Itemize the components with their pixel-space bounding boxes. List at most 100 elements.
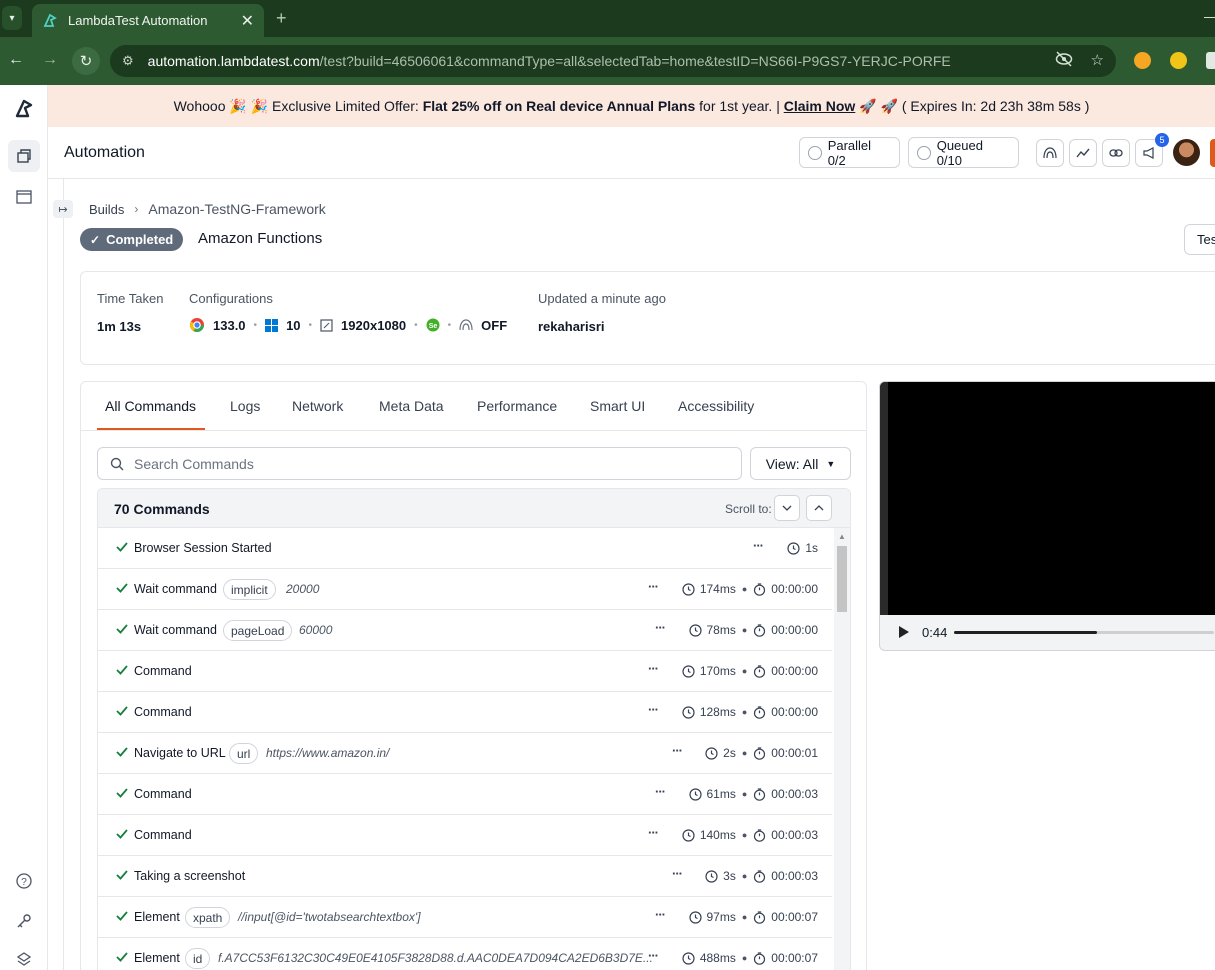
play-icon[interactable]: [898, 626, 910, 638]
breadcrumb-build-name[interactable]: Amazon-TestNG-Framework: [148, 201, 325, 217]
reload-icon[interactable]: ↻: [72, 47, 100, 75]
parallel-status-icon: [808, 145, 822, 160]
link-icon[interactable]: [1102, 139, 1130, 167]
commands-rows: Browser Session Started ··· 1s Wait command…: [98, 528, 832, 970]
forward-icon[interactable]: →: [40, 51, 60, 69]
more-options-icon[interactable]: ···: [753, 538, 764, 553]
more-options-icon[interactable]: ···: [648, 948, 659, 963]
video-screen[interactable]: [880, 382, 1215, 615]
tab-network[interactable]: Network: [292, 398, 343, 414]
tab-logs[interactable]: Logs: [230, 398, 260, 414]
banner-intro: Wohooo 🎉 🎉 Exclusive Limited Offer:: [173, 97, 423, 114]
table-row[interactable]: Command ··· 128ms ● 00:00:00: [98, 692, 832, 733]
minimize-window-icon[interactable]: —: [1204, 8, 1215, 24]
command-duration: 1s: [805, 541, 818, 555]
separator-dot: ●: [741, 789, 748, 799]
tab-all-commands[interactable]: All Commands: [105, 398, 196, 414]
command-duration: 78ms: [706, 623, 736, 637]
clock-icon: [682, 664, 695, 678]
extension-icon[interactable]: [1170, 52, 1187, 69]
more-options-icon[interactable]: ···: [655, 784, 666, 799]
view-filter-label: View: All: [765, 455, 819, 472]
claim-now-link[interactable]: Claim Now: [784, 98, 856, 114]
parallel-status-button[interactable]: Parallel 0/2: [799, 137, 900, 168]
more-options-icon[interactable]: ···: [648, 702, 659, 717]
command-timing: 2s ● 00:00:01: [705, 746, 818, 760]
tab-search-button[interactable]: ▾: [2, 6, 22, 30]
timer-icon: [754, 705, 766, 719]
tests-button[interactable]: Tests: [1184, 224, 1215, 255]
table-row[interactable]: Wait command pageLoad 60000 ··· 78ms ● 00:00:0…: [98, 610, 832, 651]
extensions-puzzle-icon[interactable]: [1206, 52, 1215, 69]
command-timing: 1s: [787, 541, 818, 555]
table-row[interactable]: Browser Session Started ··· 1s: [98, 528, 832, 569]
commands-scrollbar[interactable]: ▲: [834, 528, 850, 970]
command-duration: 128ms: [699, 705, 736, 719]
table-row[interactable]: Element xpath //input[@id='twotabsearchtex…: [98, 897, 832, 938]
tab-meta-data[interactable]: Meta Data: [379, 398, 444, 414]
more-options-icon[interactable]: ···: [648, 579, 659, 594]
analytics-icon[interactable]: [1069, 139, 1097, 167]
help-icon[interactable]: ?: [8, 865, 40, 897]
browser-window-icon[interactable]: [8, 181, 40, 213]
tab-smart-ui[interactable]: Smart UI: [590, 398, 645, 414]
queued-status-button[interactable]: Queued 0/10: [908, 137, 1019, 168]
notification-badge: 5: [1155, 133, 1169, 147]
command-name: Wait command: [134, 582, 217, 596]
more-options-icon[interactable]: ···: [655, 907, 666, 922]
expand-sidebar-icon[interactable]: ↦: [53, 200, 73, 218]
back-icon[interactable]: ←: [6, 51, 26, 69]
announcements-icon[interactable]: 5: [1135, 133, 1169, 167]
site-settings-icon[interactable]: ⚙: [122, 53, 134, 69]
table-row[interactable]: Command ··· 170ms ● 00:00:00: [98, 651, 832, 692]
command-timing: 3s ● 00:00:03: [705, 869, 818, 883]
tab-performance[interactable]: Performance: [477, 398, 557, 414]
video-seek-bar[interactable]: [954, 631, 1214, 634]
browser-tab[interactable]: LambdaTest Automation ✕: [32, 4, 264, 37]
table-row[interactable]: Command ··· 140ms ● 00:00:03: [98, 815, 832, 856]
bookmark-star-icon[interactable]: ☆: [1091, 51, 1104, 71]
table-row[interactable]: Navigate to URL url https://www.amazon.in/…: [98, 733, 832, 774]
table-row[interactable]: Taking a screenshot ··· 3s ● 00:00:03: [98, 856, 832, 897]
search-commands[interactable]: [97, 447, 742, 480]
command-timing: 488ms ● 00:00:07: [682, 951, 818, 965]
search-input[interactable]: [134, 455, 714, 472]
command-name: Command: [134, 828, 192, 842]
more-options-icon[interactable]: ···: [655, 620, 666, 635]
scrollbar-thumb[interactable]: [837, 546, 847, 612]
new-tab-icon[interactable]: +: [276, 8, 287, 29]
eye-off-icon[interactable]: [1055, 51, 1073, 71]
url-field[interactable]: ⚙ automation.lambdatest.com/test?build=4…: [110, 45, 1116, 77]
timer-icon: [754, 869, 766, 883]
scroll-up-button[interactable]: [806, 495, 832, 521]
table-row[interactable]: Element id f.A7CC53F6132C30C49E0E4105F3828…: [98, 938, 832, 970]
automation-nav-icon[interactable]: [8, 140, 40, 172]
table-row[interactable]: Command ··· 61ms ● 00:00:03: [98, 774, 832, 815]
lambdatest-logo-icon[interactable]: [8, 93, 40, 125]
tunnel-icon[interactable]: [1036, 139, 1064, 167]
table-row[interactable]: Wait command implicit 20000 ··· 174ms ● 00:00:…: [98, 569, 832, 610]
chevron-right-icon: ›: [134, 202, 139, 216]
more-options-icon[interactable]: ···: [648, 825, 659, 840]
upgrade-button[interactable]: [1210, 139, 1215, 167]
more-options-icon[interactable]: ···: [672, 866, 683, 881]
breadcrumb-builds-link[interactable]: Builds: [89, 202, 124, 217]
video-time: 0:44: [922, 625, 948, 640]
integrations-icon[interactable]: [8, 944, 40, 970]
commands-panel: All Commands Logs Network Meta Data Perf…: [80, 381, 867, 970]
scroll-down-button[interactable]: [774, 495, 800, 521]
tab-accessibility[interactable]: Accessibility: [678, 398, 754, 414]
key-icon[interactable]: [8, 905, 40, 937]
check-icon: [116, 583, 128, 593]
scroll-arrow-up-icon[interactable]: ▲: [838, 532, 846, 541]
command-timestamp: 00:00:03: [771, 787, 818, 801]
command-timestamp: 00:00:03: [771, 828, 818, 842]
more-options-icon[interactable]: ···: [672, 743, 683, 758]
check-icon: [116, 747, 128, 757]
view-filter-dropdown[interactable]: View: All ▼: [750, 447, 851, 480]
more-options-icon[interactable]: ···: [648, 661, 659, 676]
avatar[interactable]: [1173, 139, 1200, 166]
close-tab-icon[interactable]: ✕: [241, 11, 254, 31]
url-host: automation.lambdatest.com: [147, 53, 320, 69]
extension-icon[interactable]: [1134, 52, 1151, 69]
